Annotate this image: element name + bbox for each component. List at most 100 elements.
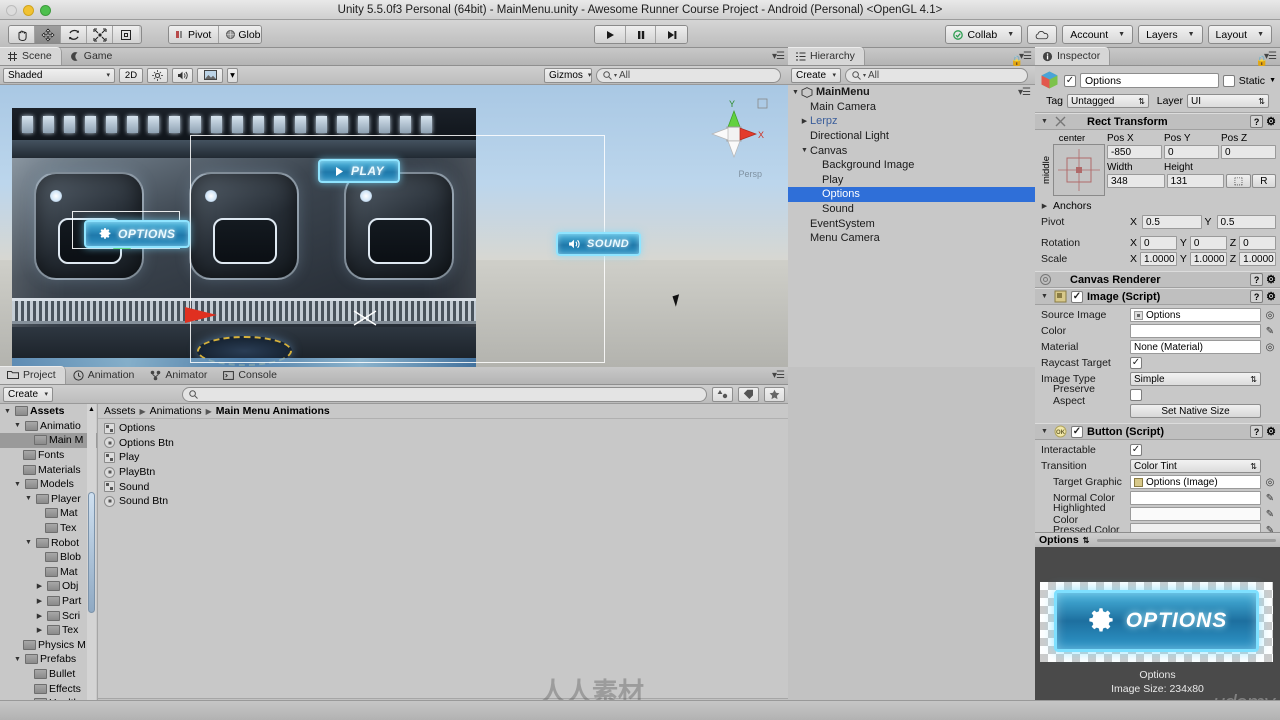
help-icon[interactable]: ? — [1250, 425, 1264, 438]
tree-item-robot-part[interactable]: ▶ Part — [0, 594, 97, 609]
expand-arrow-icon[interactable]: ▶ — [799, 117, 810, 125]
layer-dropdown[interactable]: UI ⇅ — [1187, 94, 1269, 108]
project-create-button[interactable]: Create ▾ — [3, 386, 53, 402]
playback-controls[interactable] — [594, 25, 688, 44]
window-controls[interactable] — [6, 5, 51, 16]
expand-arrow-icon[interactable]: ▼ — [12, 656, 23, 663]
object-picker-icon[interactable]: ◎ — [1264, 342, 1276, 353]
hierarchy-item-canvas[interactable]: ▼ Canvas — [788, 143, 1035, 158]
toolbar-right-group[interactable]: Collab ▼ Account ▼ Layers ▼ Layout ▼ — [945, 25, 1272, 44]
tab-animator[interactable]: Animator — [143, 366, 216, 384]
static-checkbox[interactable] — [1222, 74, 1235, 87]
tree-item-player-tex[interactable]: Tex — [0, 521, 97, 536]
highlighted-color-swatch[interactable] — [1130, 507, 1261, 521]
tag-dropdown[interactable]: Untagged ⇅ — [1067, 94, 1149, 108]
lighting-toggle-button[interactable] — [147, 67, 168, 83]
tree-item-assets[interactable]: ▼ Assets — [0, 404, 97, 419]
scale-x-field[interactable]: 1.0000 — [1140, 252, 1177, 266]
target-graphic-field[interactable]: Options (Image) — [1130, 475, 1261, 489]
rect-transform-header[interactable]: ▼ Rect Transform ? ⚙ — [1035, 113, 1280, 130]
tree-item-effects[interactable]: Effects — [0, 681, 97, 696]
collapse-arrow-icon[interactable]: ▼ — [1039, 118, 1050, 125]
hierarchy-tree[interactable]: ▼ MainMenu ▾☰ Main Camera ▶ Lerpz Direct… — [788, 85, 1035, 367]
inspector-panel-menu-icon[interactable]: ▾☰ — [1264, 51, 1277, 62]
hierarchy-tabstrip[interactable]: Hierarchy 🔒 ▾☰ — [788, 47, 1035, 67]
expand-arrow-icon[interactable]: ▶ — [34, 612, 45, 620]
object-enabled-checkbox[interactable]: ✓ — [1064, 74, 1076, 87]
cloud-services-button[interactable] — [1027, 25, 1058, 44]
asset-item-options[interactable]: Options — [98, 421, 788, 436]
move-gizmo-x-axis[interactable] — [185, 307, 217, 323]
hierarchy-item-sound[interactable]: Sound — [788, 202, 1035, 217]
eyedropper-icon[interactable]: ✎ — [1264, 509, 1276, 520]
expand-arrow-icon[interactable]: ▼ — [799, 147, 810, 154]
project-content[interactable]: Create ▾ ▼ Assets ▼ Animatio Main M Font… — [0, 385, 788, 720]
expand-arrow-icon[interactable]: ▼ — [23, 539, 34, 546]
pivot-x-field[interactable]: 0.5 — [1142, 215, 1202, 229]
tab-scene[interactable]: Scene — [0, 47, 62, 65]
scene-viewport[interactable]: OPTIONS PLAY SOUND Y X Persp — [0, 85, 788, 367]
hierarchy-item-eventsystem[interactable]: EventSystem — [788, 216, 1035, 231]
project-toolbar[interactable]: Create ▾ — [0, 385, 788, 404]
pivot-y-field[interactable]: 0.5 — [1216, 215, 1276, 229]
breadcrumb-assets[interactable]: Assets — [104, 405, 136, 417]
tab-animation[interactable]: Animation — [66, 366, 144, 384]
button-script-header[interactable]: ▼ OK ✓ Button (Script) ? ⚙ — [1035, 423, 1280, 440]
eyedropper-icon[interactable]: ✎ — [1264, 326, 1276, 337]
breadcrumb-animations[interactable]: Animations — [150, 405, 202, 417]
scene-sound-button[interactable]: SOUND — [556, 232, 642, 256]
effects-toggle-button[interactable] — [197, 67, 223, 83]
tab-inspector[interactable]: Inspector — [1035, 47, 1111, 65]
hierarchy-item-lerpz[interactable]: ▶ Lerpz — [788, 114, 1035, 129]
scene-panel-menu-icon[interactable]: ▾☰ — [772, 51, 785, 62]
move-tool-button[interactable] — [35, 26, 61, 43]
scroll-up-arrow-icon[interactable]: ▲ — [87, 404, 96, 414]
color-swatch-field[interactable] — [1130, 324, 1261, 338]
scale-y-field[interactable]: 1.0000 — [1189, 252, 1227, 266]
preview-titlebar[interactable]: Options ⇅ — [1035, 532, 1280, 547]
hierarchy-panel-menu-icon[interactable]: ▾☰ — [1019, 51, 1032, 62]
blueprint-mode-button[interactable]: ⬚ — [1226, 174, 1251, 188]
set-native-size-button[interactable]: Set Native Size — [1130, 404, 1261, 418]
anchor-preset-button[interactable] — [1053, 144, 1105, 196]
rot-x-field[interactable]: 0 — [1140, 236, 1177, 250]
expand-arrow-icon[interactable]: ▶ — [34, 582, 45, 590]
height-field[interactable]: 131 — [1166, 174, 1225, 188]
image-script-header[interactable]: ▼ ✓ Image (Script) ? ⚙ — [1035, 288, 1280, 305]
object-picker-icon[interactable]: ◎ — [1264, 310, 1276, 321]
play-button[interactable] — [595, 26, 626, 43]
toggle-2d-button[interactable]: 2D — [119, 67, 143, 83]
project-asset-list[interactable]: Assets ▶ Animations ▶ Main Menu Animatio… — [98, 404, 788, 720]
expand-arrow-icon[interactable]: ▼ — [790, 89, 801, 96]
rot-z-field[interactable]: 0 — [1239, 236, 1276, 250]
pos-x-field[interactable]: -850 — [1107, 145, 1162, 159]
transform-tools[interactable] — [8, 25, 142, 44]
tree-item-player[interactable]: ▼ Player — [0, 492, 97, 507]
expand-arrow-icon[interactable]: ▶ — [34, 597, 45, 605]
pos-z-field[interactable]: 0 — [1221, 145, 1276, 159]
tree-item-prefabs[interactable]: ▼ Prefabs — [0, 652, 97, 667]
width-field[interactable]: 348 — [1107, 174, 1165, 188]
expand-arrow-icon[interactable]: ▼ — [2, 408, 13, 415]
transition-dropdown[interactable]: Color Tint ⇅ — [1130, 459, 1261, 473]
tab-console[interactable]: Console — [216, 366, 286, 384]
tree-item-robot-blob[interactable]: Blob — [0, 550, 97, 565]
scene-options-button[interactable]: OPTIONS — [84, 220, 190, 248]
breadcrumb[interactable]: Assets ▶ Animations ▶ Main Menu Animatio… — [98, 404, 788, 419]
hierarchy-item-mainmenu[interactable]: ▼ MainMenu ▾☰ — [788, 85, 1035, 100]
hierarchy-item-play[interactable]: Play — [788, 173, 1035, 188]
pause-button[interactable] — [625, 26, 657, 43]
expand-arrow-icon[interactable]: ▼ — [12, 481, 23, 488]
scene-play-button[interactable]: PLAY — [318, 159, 401, 183]
tree-item-materials[interactable]: Materials — [0, 462, 97, 477]
gear-icon[interactable]: ⚙ — [1266, 115, 1276, 128]
tree-item-player-mat[interactable]: Mat — [0, 506, 97, 521]
hierarchy-item-background-image[interactable]: Background Image — [788, 158, 1035, 173]
help-icon[interactable]: ? — [1250, 273, 1264, 286]
tab-hierarchy[interactable]: Hierarchy — [788, 47, 865, 65]
scale-z-field[interactable]: 1.0000 — [1239, 252, 1276, 266]
asset-item-play[interactable]: Play — [98, 450, 788, 465]
chevron-down-icon[interactable]: ▼ — [1269, 77, 1276, 84]
project-search-input[interactable] — [182, 386, 707, 402]
scale-tool-button[interactable] — [87, 26, 113, 43]
